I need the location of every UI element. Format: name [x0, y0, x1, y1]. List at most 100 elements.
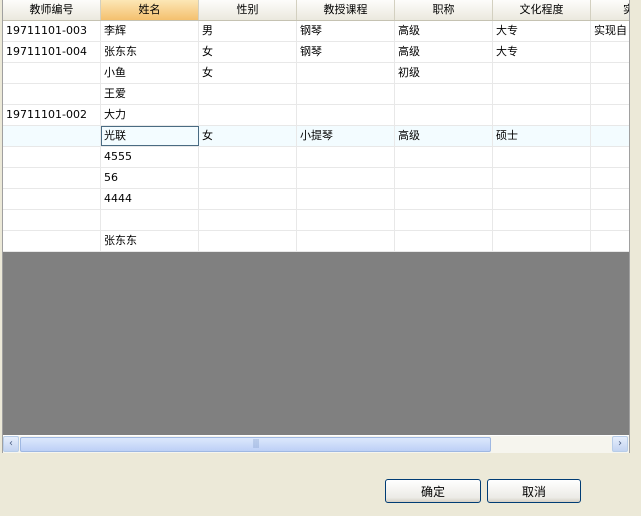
table-cell[interactable]: 大专	[493, 21, 591, 41]
table-row[interactable]: 4555	[3, 147, 629, 168]
table-cell[interactable]: 高级	[395, 126, 493, 146]
table-cell[interactable]: 李辉	[101, 21, 199, 41]
table-cell[interactable]	[3, 147, 101, 167]
ok-button[interactable]: 确定	[385, 479, 481, 503]
column-header[interactable]: 职称	[395, 0, 493, 20]
table-cell[interactable]	[591, 126, 629, 146]
table-cell[interactable]: 大力	[101, 105, 199, 125]
column-header[interactable]: 文化程度	[493, 0, 591, 20]
table-cell[interactable]	[591, 105, 629, 125]
table-cell[interactable]	[493, 84, 591, 104]
scrollbar-thumb[interactable]: |||	[20, 437, 491, 452]
table-cell[interactable]: 女	[199, 42, 297, 62]
table-cell[interactable]	[591, 189, 629, 209]
column-header[interactable]: 教师编号	[3, 0, 101, 20]
scroll-left-button[interactable]: ‹	[3, 436, 19, 452]
table-cell[interactable]	[493, 105, 591, 125]
table-cell[interactable]	[591, 147, 629, 167]
table-cell[interactable]	[395, 105, 493, 125]
table-cell[interactable]: 女	[199, 63, 297, 83]
table-row[interactable]: 19711101-002 大力	[3, 105, 629, 126]
table-row[interactable]	[3, 210, 629, 231]
table-cell[interactable]	[493, 189, 591, 209]
table-row[interactable]: 56	[3, 168, 629, 189]
table-cell[interactable]	[395, 210, 493, 230]
table-cell[interactable]	[297, 231, 395, 251]
table-row[interactable]: 4444	[3, 189, 629, 210]
table-cell[interactable]	[591, 63, 629, 83]
table-cell[interactable]	[493, 168, 591, 188]
table-cell[interactable]: 初级	[395, 63, 493, 83]
table-cell[interactable]: 高级	[395, 21, 493, 41]
table-cell[interactable]	[3, 84, 101, 104]
table-cell[interactable]: 男	[199, 21, 297, 41]
table-cell[interactable]: 实现自	[591, 21, 629, 41]
table-cell[interactable]	[395, 147, 493, 167]
table-cell[interactable]: 张东东	[101, 231, 199, 251]
table-cell[interactable]	[297, 84, 395, 104]
table-cell[interactable]	[297, 210, 395, 230]
table-cell[interactable]	[395, 168, 493, 188]
table-cell[interactable]	[591, 210, 629, 230]
table-cell[interactable]: 硕士	[493, 126, 591, 146]
table-cell[interactable]	[101, 210, 199, 230]
table-cell[interactable]	[3, 63, 101, 83]
horizontal-scrollbar[interactable]: ‹ ||| ›	[3, 435, 629, 453]
table-cell[interactable]	[297, 63, 395, 83]
table-cell[interactable]: 小提琴	[297, 126, 395, 146]
table-cell[interactable]: 光联	[101, 126, 199, 146]
column-header[interactable]: 教授课程	[297, 0, 395, 20]
table-cell[interactable]: 4444	[101, 189, 199, 209]
table-cell[interactable]	[395, 189, 493, 209]
table-cell[interactable]: 19711101-004	[3, 42, 101, 62]
cancel-button[interactable]: 取消	[487, 479, 581, 503]
table-cell[interactable]	[297, 105, 395, 125]
table-row[interactable]: 光联女小提琴 高级 硕士	[3, 126, 629, 147]
table-cell[interactable]	[493, 231, 591, 251]
table-cell[interactable]	[395, 84, 493, 104]
table-cell[interactable]	[493, 210, 591, 230]
table-cell[interactable]: 56	[101, 168, 199, 188]
table-cell[interactable]	[297, 189, 395, 209]
table-cell[interactable]: 女	[199, 126, 297, 146]
table-cell[interactable]	[493, 147, 591, 167]
table-cell[interactable]: 小鱼	[101, 63, 199, 83]
table-cell[interactable]	[3, 189, 101, 209]
table-cell[interactable]: 钢琴	[297, 21, 395, 41]
table-cell[interactable]: 4555	[101, 147, 199, 167]
table-row[interactable]: 19711101-004 张东东女钢琴 高级 大专	[3, 42, 629, 63]
column-header[interactable]: 姓名	[101, 0, 199, 20]
table-cell[interactable]	[199, 189, 297, 209]
table-cell[interactable]	[493, 63, 591, 83]
table-cell[interactable]	[591, 84, 629, 104]
table-cell[interactable]	[591, 231, 629, 251]
table-cell[interactable]	[297, 168, 395, 188]
table-cell[interactable]: 钢琴	[297, 42, 395, 62]
table-cell[interactable]	[3, 126, 101, 146]
column-header[interactable]: 性别	[199, 0, 297, 20]
table-cell[interactable]	[297, 147, 395, 167]
table-cell[interactable]: 19711101-002	[3, 105, 101, 125]
table-cell[interactable]	[3, 231, 101, 251]
table-cell[interactable]: 大专	[493, 42, 591, 62]
table-row[interactable]: 19711101-003 李辉男钢琴 高级 大专 实现自	[3, 21, 629, 42]
column-header[interactable]: 实现自	[591, 0, 629, 20]
table-cell[interactable]	[199, 168, 297, 188]
table-cell[interactable]	[591, 42, 629, 62]
data-grid[interactable]: 教师编号姓名性别教授课程职称文化程度实现自 19711101-003李辉男钢琴高…	[2, 0, 630, 453]
table-row[interactable]: 王爱	[3, 84, 629, 105]
table-cell[interactable]	[199, 147, 297, 167]
table-cell[interactable]	[591, 168, 629, 188]
table-cell[interactable]	[199, 105, 297, 125]
table-cell[interactable]: 王爱	[101, 84, 199, 104]
table-cell[interactable]	[199, 231, 297, 251]
table-cell[interactable]: 张东东	[101, 42, 199, 62]
table-row[interactable]: 小鱼女 初级	[3, 63, 629, 84]
table-cell[interactable]	[199, 84, 297, 104]
table-cell[interactable]: 高级	[395, 42, 493, 62]
table-cell[interactable]	[3, 210, 101, 230]
table-cell[interactable]	[3, 168, 101, 188]
table-cell[interactable]: 19711101-003	[3, 21, 101, 41]
scroll-right-button[interactable]: ›	[612, 436, 628, 452]
table-cell[interactable]	[395, 231, 493, 251]
